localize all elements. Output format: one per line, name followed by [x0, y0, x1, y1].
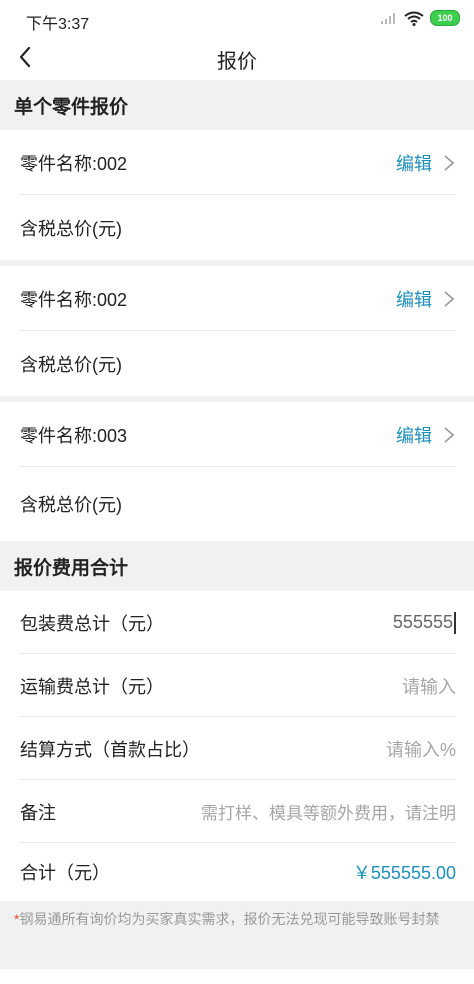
status-time: 下午3:37 — [26, 16, 90, 33]
nav-bar: 报价 — [0, 38, 474, 80]
part-total-label: 含税总价(元) — [20, 354, 122, 375]
section-header-fees: 报价费用合计 — [0, 541, 474, 591]
remarks-row: 备注 需打样、模具等额外费用，请注明 — [0, 780, 474, 843]
settlement-input[interactable]: 请输入% — [386, 736, 456, 762]
part-name: 零件名称:003 — [20, 425, 128, 446]
part-row[interactable]: 零件名称:002 编辑 — [0, 266, 474, 331]
chevron-right-icon — [444, 154, 455, 171]
part-row[interactable]: 零件名称:003 编辑 — [0, 402, 474, 467]
edit-link[interactable]: 编辑 — [396, 150, 432, 176]
shipping-fee-label: 运输费总计（元） — [20, 676, 164, 697]
remarks-label: 备注 — [20, 802, 56, 823]
remarks-input[interactable]: 需打样、模具等额外费用，请注明 — [201, 799, 456, 824]
packing-fee-input[interactable]: 555555 — [392, 611, 456, 634]
part-total-row: 含税总价(元) — [0, 467, 474, 541]
notice: *钢易通所有询价均为买家真实需求，报价无法兑现可能导致账号封禁 — [0, 901, 474, 969]
packing-fee-value: 555555 — [392, 612, 453, 632]
total-label: 合计（元） — [20, 863, 110, 883]
total-value: ￥555555.00 — [352, 863, 456, 883]
part-total-row: 含税总价(元) — [0, 195, 474, 260]
part-total-label: 含税总价(元) — [20, 495, 122, 515]
section-header-single-part: 单个零件报价 — [0, 80, 474, 130]
edit-link[interactable]: 编辑 — [396, 422, 432, 448]
chevron-right-icon — [444, 426, 455, 443]
shipping-fee-input[interactable]: 请输入 — [402, 673, 456, 699]
part-name: 零件名称:002 — [20, 153, 128, 174]
total-row: 合计（元） ￥555555.00 — [0, 843, 474, 901]
packing-fee-label: 包装费总计（元） — [20, 613, 164, 634]
page-title: 报价 — [217, 51, 257, 73]
packing-fee-row: 包装费总计（元） 555555 — [0, 591, 474, 654]
signal-icon — [381, 13, 395, 24]
wifi-icon — [404, 11, 424, 26]
notice-text: 钢易通所有询价均为买家真实需求，报价无法兑现可能导致账号封禁 — [19, 911, 440, 927]
chevron-right-icon — [444, 290, 455, 307]
status-icons: 100 — [380, 10, 460, 26]
status-bar: 下午3:37 100 — [0, 0, 474, 38]
settlement-label: 结算方式（首款占比） — [20, 739, 200, 760]
part-total-row: 含税总价(元) — [0, 331, 474, 396]
edit-link[interactable]: 编辑 — [396, 286, 432, 312]
settlement-row: 结算方式（首款占比） 请输入% — [0, 717, 474, 780]
part-name: 零件名称:002 — [20, 289, 128, 310]
part-row[interactable]: 零件名称:002 编辑 — [0, 130, 474, 195]
text-cursor — [454, 611, 456, 634]
battery-icon: 100 — [430, 10, 460, 26]
part-total-label: 含税总价(元) — [20, 218, 122, 239]
shipping-fee-row: 运输费总计（元） 请输入 — [0, 654, 474, 717]
